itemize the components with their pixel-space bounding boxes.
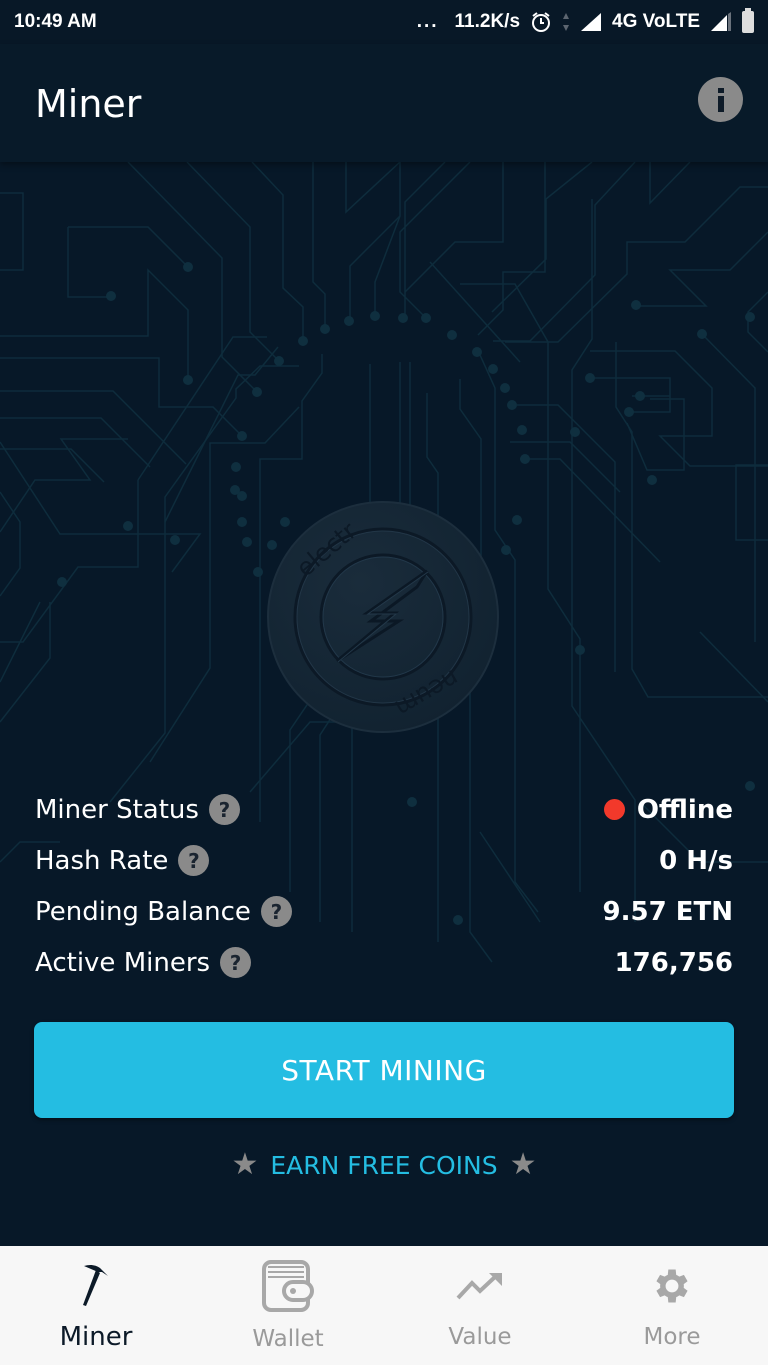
star-icon: ★ (509, 1148, 537, 1181)
gear-icon (656, 1269, 688, 1303)
help-icon[interactable]: ? (260, 896, 292, 927)
help-icon[interactable]: ? (178, 845, 210, 876)
stat-label: Hash Rate (35, 845, 169, 876)
more-notifications-indicator: ... (416, 11, 439, 32)
start-mining-button[interactable]: START MINING (34, 1022, 734, 1118)
stat-label: Miner Status (35, 794, 199, 825)
stat-active-miners: Active Miners ? 176,756 (35, 937, 733, 988)
signal-icon (581, 13, 602, 31)
network-speed: 11.2K/s (454, 11, 521, 32)
wallet-icon (262, 1260, 314, 1312)
data-activity-icon (563, 13, 570, 31)
miner-status-value: Offline (636, 794, 733, 825)
earn-free-coins-label[interactable]: EARN FREE COINS (270, 1151, 497, 1180)
info-icon (717, 87, 724, 112)
bottom-navigation: Miner Wallet Value More (0, 1246, 768, 1365)
hash-rate-value: 0 H/s (659, 845, 733, 876)
earn-free-coins-link[interactable]: ★ EARN FREE COINS ★ (0, 1150, 768, 1180)
nav-item-miner[interactable]: Miner (0, 1246, 192, 1365)
stat-hash-rate: Hash Rate ? 0 H/s (35, 835, 733, 886)
electroneum-logo: electr neum (267, 501, 499, 733)
miner-content: electr neum Miner Status ? Offline Hash … (0, 162, 768, 1246)
help-icon[interactable]: ? (220, 947, 252, 978)
trending-up-icon (456, 1273, 502, 1300)
help-icon[interactable]: ? (208, 794, 240, 825)
active-miners-value: 176,756 (614, 947, 733, 978)
network-type: 4G VoLTE (612, 11, 700, 32)
signal-icon-2 (711, 12, 731, 31)
status-icons: ... 11.2K/s 4G VoLTE (416, 8, 754, 33)
nav-item-wallet[interactable]: Wallet (192, 1246, 384, 1365)
stat-label: Pending Balance (35, 896, 251, 927)
status-time: 10:49 AM (14, 11, 97, 32)
miner-stats: Miner Status ? Offline Hash Rate ? 0 H/s… (35, 784, 733, 988)
nav-label: More (643, 1324, 701, 1350)
star-icon: ★ (231, 1148, 259, 1181)
nav-label: Miner (59, 1322, 133, 1352)
alarm-icon (532, 12, 551, 32)
nav-label: Wallet (252, 1326, 324, 1352)
info-button[interactable] (698, 77, 743, 122)
stat-pending-balance: Pending Balance ? 9.57 ETN (35, 886, 733, 937)
nav-label: Value (448, 1324, 512, 1350)
stat-miner-status: Miner Status ? Offline (35, 784, 733, 835)
nav-item-more[interactable]: More (576, 1246, 768, 1365)
status-dot-icon (603, 799, 625, 820)
nav-item-value[interactable]: Value (384, 1246, 576, 1365)
pickaxe-icon (83, 1264, 108, 1306)
battery-icon (742, 8, 754, 33)
status-bar: 10:49 AM ... 11.2K/s 4G VoLTE (0, 0, 768, 44)
page-title: Miner (35, 82, 142, 126)
app-bar: Miner (0, 44, 768, 162)
pending-balance-value: 9.57 ETN (602, 896, 733, 927)
stat-label: Active Miners (35, 947, 211, 978)
